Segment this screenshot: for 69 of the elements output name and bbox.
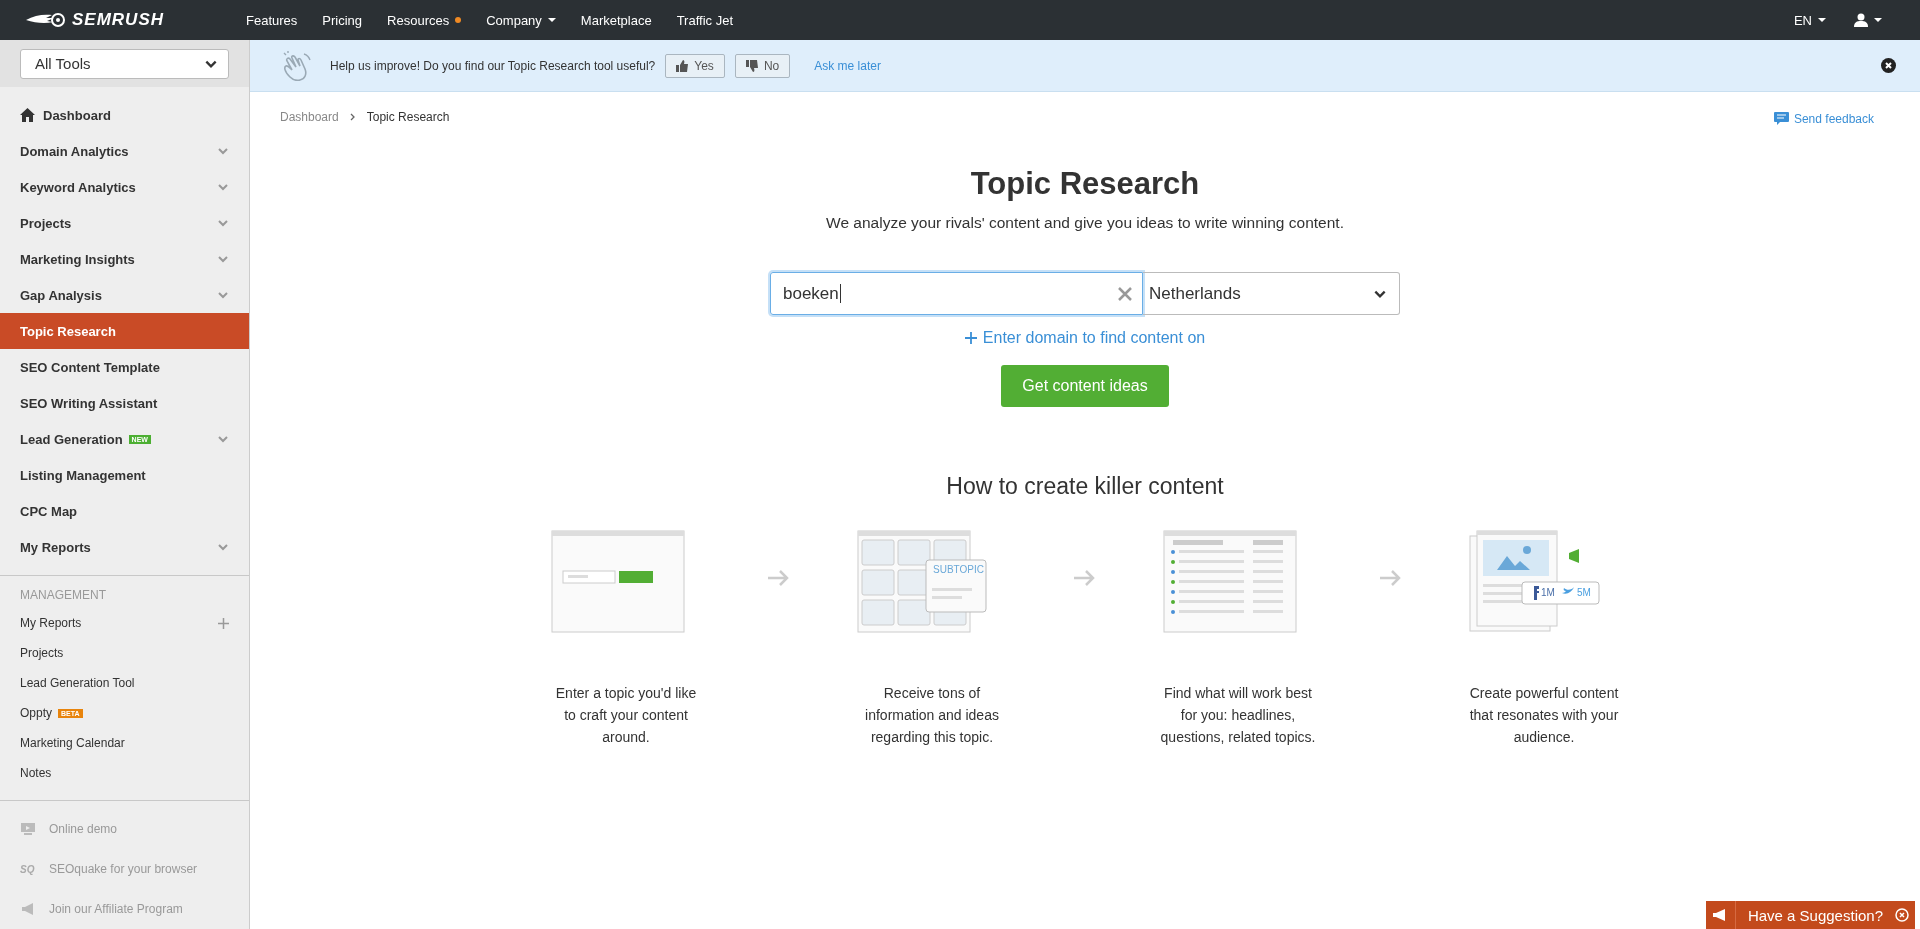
send-feedback-link[interactable]: Send feedback [1773,112,1874,126]
sidebar-item[interactable]: CPC Map [0,493,249,529]
topic-input[interactable]: boeken [770,272,1143,315]
thumbs-down-icon [745,59,758,72]
nav-link[interactable]: Company [486,12,556,28]
sidebar-item[interactable]: Listing Management [0,457,249,493]
notification-dot [455,17,462,23]
home-icon [20,108,35,122]
nav-link[interactable]: Features [246,12,298,28]
page-subtitle: We analyze your rivals' content and give you ideas to write winning content. [826,214,1344,232]
sidebar-item[interactable]: Gap Analysis [0,277,249,313]
sidebar-item[interactable]: SEO Content Template [0,349,249,385]
breadcrumb-link[interactable]: Dashboard [280,110,339,124]
caret-icon [1874,18,1882,22]
sidebar-item[interactable]: Topic Research [0,313,249,349]
sidebar-item[interactable]: My Reports [0,529,249,565]
arrow-right-icon [1380,570,1402,586]
subtopic-label: SUBTOPIC [933,564,984,575]
sidebar-item[interactable]: SEO Writing Assistant [0,385,249,421]
add-domain-link[interactable]: Enter domain to find content on [964,329,1206,347]
nav-link[interactable]: Resources [387,12,462,28]
page-title: Topic Research [970,166,1200,202]
arrow-right-icon [1074,570,1096,586]
close-icon[interactable] [1881,58,1896,73]
sidebar-item[interactable]: Projects [0,205,249,241]
breadcrumb-link[interactable]: Topic Research [366,110,450,124]
caret-icon [547,18,556,22]
step-description: Enter a topic you'd like to craft your content around. [555,684,697,747]
nav-link[interactable]: Pricing [322,12,363,28]
user-menu[interactable] [1854,13,1882,27]
management-item[interactable]: Notes [0,758,249,788]
country-select[interactable]: Netherlands [1143,272,1400,315]
step-description: Find what will work best for you: headlines, questions, related topics. [1160,684,1316,747]
tool-select[interactable]: All Tools [20,48,229,79]
banner-text: Help us improve! Do you find our Topic Research tool useful? [330,58,656,73]
nav-link[interactable]: Marketplace [580,12,652,28]
suggestion-button[interactable]: Have a Suggestion? [1705,901,1915,929]
plus-icon [964,332,977,344]
management-item[interactable]: Projects [0,638,249,668]
share-count: 1M [1541,587,1555,598]
caret-icon [1818,18,1826,22]
monitor-icon [20,822,36,836]
sidebar-item[interactable]: Keyword Analytics [0,169,249,205]
management-item[interactable]: My Reports [0,608,249,638]
no-button[interactable]: No [734,53,791,78]
thumbs-up-icon [676,59,689,72]
speech-bubble-icon [1773,112,1789,126]
language-menu[interactable]: EN [1793,12,1826,28]
user-icon [1854,13,1868,27]
arrow-right-icon [768,570,790,586]
sidebar-item[interactable]: Domain Analytics [0,133,249,169]
seoquake-icon: SQ [20,863,36,875]
comet-logo-icon [26,12,66,28]
sidebar-item[interactable]: Dashboard [0,97,249,133]
step-description: Receive tons of information and ideas regarding this topic. [865,684,999,747]
clear-icon[interactable] [1118,286,1132,301]
megaphone-icon [20,902,36,916]
logo-text: SEMRUSH [72,10,164,30]
management-item[interactable]: Lead Generation Tool [0,668,249,698]
step-description: Create powerful content that resonates with your audience. [1469,684,1619,747]
section-heading: MANAGEMENT [19,587,107,604]
nav-link[interactable]: Traffic Jet [676,12,733,28]
yes-button[interactable]: Yes [665,53,725,78]
share-count: 5M [1577,587,1591,598]
chevron-right-icon [348,113,357,121]
close-icon [1895,908,1909,922]
management-item[interactable]: Marketing Calendar [0,728,249,758]
sidebar-item[interactable]: Marketing Insights [0,241,249,277]
section-title: How to create killer content [946,473,1224,500]
